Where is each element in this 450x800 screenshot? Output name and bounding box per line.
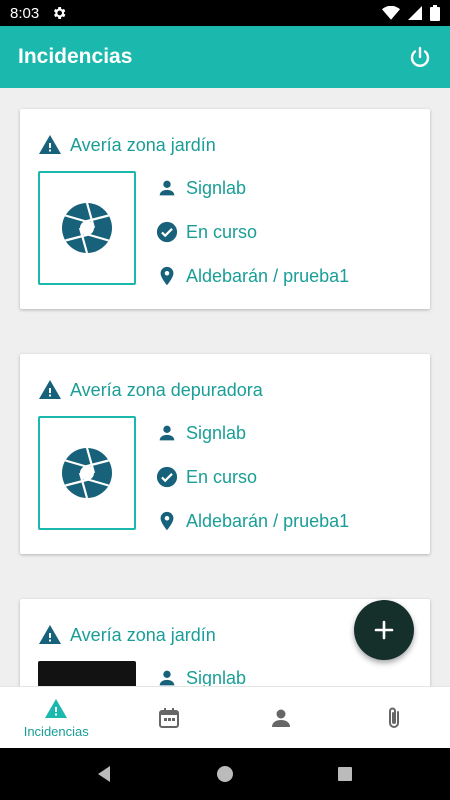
incident-user: Signlab bbox=[186, 177, 247, 198]
incident-title-row: Avería zona jardín bbox=[38, 133, 216, 157]
check-circle-icon bbox=[156, 221, 178, 243]
incident-location: Aldebarán / prueba1 bbox=[186, 510, 350, 531]
incident-status: En curso bbox=[186, 466, 258, 487]
incident-status-row: En curso bbox=[156, 466, 257, 488]
incident-user-row: Signlab bbox=[156, 667, 246, 686]
person-icon bbox=[159, 180, 175, 196]
back-icon[interactable] bbox=[95, 764, 115, 784]
warning-icon bbox=[39, 135, 61, 154]
warning-icon bbox=[39, 625, 61, 644]
incident-status: En curso bbox=[186, 221, 258, 242]
person-icon bbox=[159, 425, 175, 441]
incident-location-row: Aldebarán / prueba1 bbox=[156, 510, 349, 532]
incident-user: Signlab bbox=[186, 667, 247, 687]
app-bar: Incidencias bbox=[0, 26, 450, 88]
status-bar: 8:03 bbox=[0, 0, 450, 26]
incident-list: Avería zona jardín Signlab En curso Alde… bbox=[0, 88, 450, 686]
incident-title: Avería zona jardín bbox=[70, 134, 216, 155]
location-pin-icon bbox=[160, 511, 174, 531]
nav-item-label: Incidencias bbox=[23, 723, 89, 739]
page-title: Incidencias bbox=[18, 45, 133, 68]
battery-icon bbox=[430, 5, 440, 21]
incident-title: Avería zona jardín bbox=[70, 624, 216, 645]
recents-icon[interactable] bbox=[335, 764, 355, 784]
check-circle-icon bbox=[156, 466, 178, 488]
incident-thumbnail[interactable] bbox=[38, 171, 136, 285]
incident-user-row: Signlab bbox=[156, 422, 246, 444]
location-pin-icon bbox=[160, 266, 174, 286]
incident-card[interactable]: Avería zona jardín Signlab En curso Alde… bbox=[20, 109, 430, 309]
system-navigation-bar bbox=[0, 748, 450, 800]
incident-user-row: Signlab bbox=[156, 177, 246, 199]
incident-status-row: En curso bbox=[156, 221, 257, 243]
bottom-navigation: Incidencias bbox=[0, 686, 450, 748]
incident-title: Avería zona depuradora bbox=[70, 379, 263, 400]
incident-thumbnail[interactable] bbox=[38, 416, 136, 530]
incident-photo[interactable] bbox=[38, 661, 136, 686]
camera-shutter-icon bbox=[62, 202, 112, 254]
plus-icon bbox=[374, 620, 394, 640]
nav-item-attachments[interactable] bbox=[338, 687, 450, 748]
warning-icon bbox=[39, 380, 61, 399]
signal-icon bbox=[408, 6, 422, 20]
home-icon[interactable] bbox=[215, 764, 235, 784]
warning-icon bbox=[45, 698, 68, 718]
wifi-icon bbox=[382, 6, 400, 20]
power-icon[interactable] bbox=[408, 45, 432, 69]
calendar-icon bbox=[158, 707, 179, 728]
add-incident-button[interactable] bbox=[354, 600, 414, 660]
incident-card[interactable]: Avería zona depuradora Signlab En curso … bbox=[20, 354, 430, 554]
nav-item-incidencias[interactable]: Incidencias bbox=[0, 687, 113, 748]
nav-item-calendar[interactable] bbox=[113, 687, 226, 748]
person-icon bbox=[272, 709, 291, 727]
incident-title-row: Avería zona jardín bbox=[38, 623, 216, 647]
incident-location-row: Aldebarán / prueba1 bbox=[156, 265, 349, 287]
settings-gear-icon bbox=[54, 7, 66, 19]
incident-title-row: Avería zona depuradora bbox=[38, 378, 263, 402]
nav-item-profile[interactable] bbox=[225, 687, 338, 748]
camera-shutter-icon bbox=[62, 447, 112, 499]
incident-user: Signlab bbox=[186, 422, 247, 443]
status-time: 8:03 bbox=[10, 4, 40, 22]
incident-location: Aldebarán / prueba1 bbox=[186, 265, 350, 286]
person-icon bbox=[159, 670, 175, 686]
paperclip-icon bbox=[388, 707, 399, 728]
